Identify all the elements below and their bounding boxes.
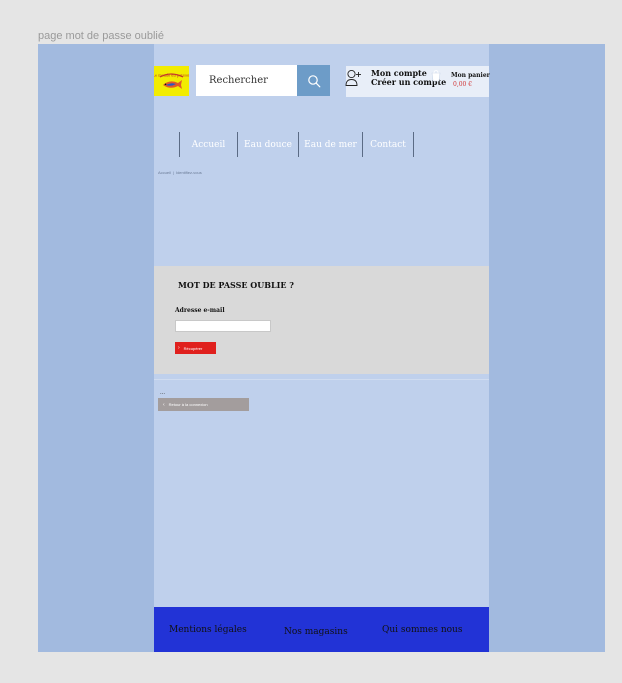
recover-button[interactable]: › Récupérer [175,342,216,354]
nav-item-eau-de-mer[interactable]: Eau de mer [299,132,363,157]
nav-item-accueil[interactable]: Accueil [180,132,238,157]
logo-icon: Le monde du poisson [154,73,189,89]
back-to-login-button[interactable]: ‹ Retour à la connexion [158,398,249,411]
email-label: Adresse e-mail [175,307,225,314]
footer-link-magasins[interactable]: Nos magasins [284,627,348,637]
breadcrumb: Accueil | Identifiez-vous [158,170,202,175]
search-input[interactable] [196,65,297,96]
site-logo[interactable]: Le monde du poisson [154,66,189,96]
breadcrumb-home[interactable]: Accueil [158,170,171,175]
footer-link-mentions[interactable]: Mentions légales [169,625,247,635]
chevron-left-icon: ‹ [163,401,165,408]
search-icon [307,74,320,87]
back-to-login-label: Retour à la connexion [168,402,208,407]
cart-label[interactable]: Mon panier [451,72,490,79]
nav-item-contact[interactable]: Contact [363,132,414,157]
breadcrumb-separator: | [172,170,174,175]
add-user-icon[interactable] [345,69,361,87]
cart-amount: 0,00 € [453,81,473,88]
ellipsis: ... [160,390,166,396]
breadcrumb-current: Identifiez-vous [175,170,202,175]
email-field[interactable] [175,320,271,332]
footer-link-qui-sommes-nous[interactable]: Qui sommes nous [382,625,462,635]
chevron-right-icon: › [178,345,180,351]
search-button[interactable] [297,65,330,96]
nav-item-eau-douce[interactable]: Eau douce [238,132,299,157]
main-nav: Accueil Eau douce Eau de mer Contact [179,132,414,157]
svg-text:Le monde du poisson: Le monde du poisson [154,74,189,78]
frame-label: page mot de passe oublié [38,30,164,42]
recover-button-label: Récupérer [183,345,203,351]
cart-icon[interactable] [430,69,442,83]
divider [154,379,489,380]
page-title: MOT DE PASSE OUBLIE ? [178,280,294,290]
